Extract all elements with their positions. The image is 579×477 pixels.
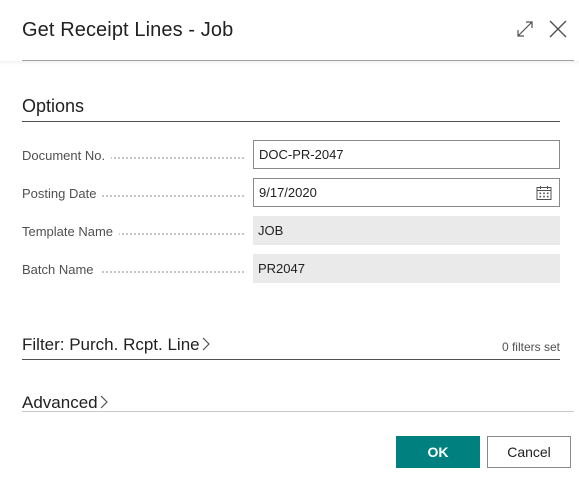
chevron-right-icon [202,336,210,356]
advanced-divider [22,411,574,412]
options-heading[interactable]: Options [22,96,84,117]
filters-set-status[interactable]: 0 filters set [502,340,560,354]
batch-name-value: PR2047 [253,254,560,283]
dialog-title: Get Receipt Lines - Job [22,19,234,41]
get-receipt-lines-dialog: Get Receipt Lines - Job Options Document… [0,0,579,477]
posting-date-input[interactable]: 9/17/2020 [253,178,560,207]
cancel-button[interactable]: Cancel [487,436,571,468]
options-divider [22,121,560,122]
document-no-input[interactable]: DOC-PR-2047 [253,140,560,169]
close-icon[interactable] [548,19,568,39]
filter-heading[interactable]: Filter: Purch. Rcpt. Line [22,335,210,356]
expand-icon[interactable] [516,20,534,38]
posting-date-label: Posting Date [22,186,252,201]
calendar-icon[interactable] [536,185,552,201]
filter-divider [22,359,560,360]
template-name-value: JOB [253,216,560,245]
header-shadow [0,61,579,65]
batch-name-label: Batch Name [22,262,252,277]
document-no-label: Document No. [22,148,252,163]
ok-button[interactable]: OK [396,436,480,468]
template-name-label: Template Name [22,224,252,239]
